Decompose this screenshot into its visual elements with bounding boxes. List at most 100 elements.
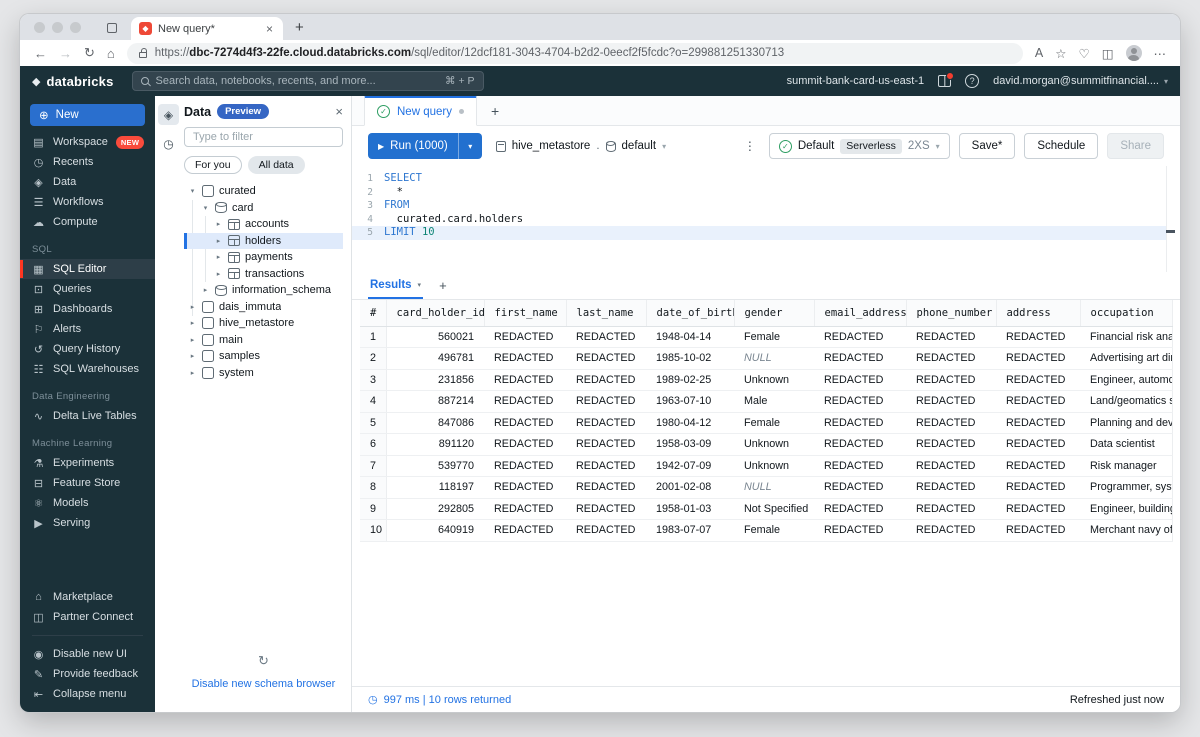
sidebar-item-disable-new-ui[interactable]: ◉Disable new UI xyxy=(20,644,155,664)
sidebar-item-delta-live-tables[interactable]: ∿Delta Live Tables xyxy=(20,406,155,426)
table-cell[interactable]: 640919 xyxy=(386,520,484,542)
table-cell[interactable]: 9 xyxy=(360,498,386,520)
rail-data-icon[interactable]: ◈ xyxy=(158,104,179,125)
disable-schema-browser-link[interactable]: Disable new schema browser xyxy=(192,678,336,690)
table-cell[interactable]: REDACTED xyxy=(566,369,646,391)
databricks-logo[interactable]: ◆ databricks xyxy=(32,74,114,89)
table-cell[interactable]: REDACTED xyxy=(906,369,996,391)
table-cell[interactable]: REDACTED xyxy=(906,434,996,456)
sidebar-item-provide-feedback[interactable]: ✎Provide feedback xyxy=(20,664,155,684)
address-bar[interactable]: https://dbc-7274d4f3-22fe.cloud.databric… xyxy=(127,43,1023,64)
editor-scroll-gutter[interactable] xyxy=(1166,166,1167,272)
tree-item-transactions[interactable]: ▸transactions xyxy=(184,266,343,283)
table-cell[interactable]: REDACTED xyxy=(566,455,646,477)
column-header-card-holder-id[interactable]: card_holder_id xyxy=(386,300,484,326)
run-options-chevron[interactable]: ▾ xyxy=(458,133,482,159)
table-cell[interactable]: REDACTED xyxy=(814,520,906,542)
tree-item-system[interactable]: ▸system xyxy=(184,365,343,382)
tree-item-hive-metastore[interactable]: ▸hive_metastore xyxy=(184,315,343,332)
sidebar-item-dashboards[interactable]: ⊞Dashboards xyxy=(20,299,155,319)
table-cell[interactable]: Planning and developme xyxy=(1080,412,1172,434)
reload-icon[interactable]: ↻ xyxy=(84,45,95,61)
table-cell[interactable]: REDACTED xyxy=(906,391,996,413)
table-cell[interactable]: REDACTED xyxy=(566,498,646,520)
sidebar-item-data[interactable]: ◈Data xyxy=(20,172,155,192)
new-tab-button[interactable]: + xyxy=(295,19,304,36)
table-cell[interactable]: REDACTED xyxy=(996,369,1080,391)
table-cell[interactable]: NULL xyxy=(734,477,814,499)
sidebar-item-recents[interactable]: ◷Recents xyxy=(20,152,155,172)
table-cell[interactable]: Female xyxy=(734,520,814,542)
table-cell[interactable]: REDACTED xyxy=(814,455,906,477)
add-query-tab-button[interactable]: + xyxy=(491,103,499,119)
tree-item-accounts[interactable]: ▸accounts xyxy=(184,216,343,233)
table-cell[interactable]: 6 xyxy=(360,434,386,456)
table-cell[interactable]: REDACTED xyxy=(484,348,566,370)
table-cell[interactable]: REDACTED xyxy=(996,520,1080,542)
table-cell[interactable]: REDACTED xyxy=(814,434,906,456)
chevron-right-icon[interactable]: ▸ xyxy=(214,237,223,245)
table-cell[interactable]: REDACTED xyxy=(566,434,646,456)
table-cell[interactable]: 1989-02-25 xyxy=(646,369,734,391)
table-cell[interactable]: REDACTED xyxy=(814,391,906,413)
sidebar-item-workspace[interactable]: ▤WorkspaceNEW xyxy=(20,132,155,152)
sidebar-item-partner-connect[interactable]: ◫Partner Connect xyxy=(20,607,155,627)
tree-item-samples[interactable]: ▸samples xyxy=(184,348,343,365)
minimize-window-button[interactable] xyxy=(52,22,63,33)
table-cell[interactable]: 10 xyxy=(360,520,386,542)
table-cell[interactable]: Unknown xyxy=(734,434,814,456)
table-cell[interactable]: REDACTED xyxy=(996,434,1080,456)
table-cell[interactable]: REDACTED xyxy=(484,369,566,391)
sidebar-item-sql-warehouses[interactable]: ☷SQL Warehouses xyxy=(20,359,155,379)
table-cell[interactable]: REDACTED xyxy=(566,520,646,542)
table-cell[interactable]: Data scientist xyxy=(1080,434,1172,456)
table-cell[interactable]: 8 xyxy=(360,477,386,499)
table-cell[interactable]: REDACTED xyxy=(484,520,566,542)
tree-item-payments[interactable]: ▸payments xyxy=(184,249,343,266)
column-header-first-name[interactable]: first_name xyxy=(484,300,566,326)
table-cell[interactable]: 118197 xyxy=(386,477,484,499)
table-cell[interactable]: REDACTED xyxy=(484,391,566,413)
table-cell[interactable]: REDACTED xyxy=(566,412,646,434)
table-cell[interactable]: REDACTED xyxy=(906,455,996,477)
table-cell[interactable]: REDACTED xyxy=(484,434,566,456)
chevron-right-icon[interactable]: ▸ xyxy=(188,303,197,311)
chevron-right-icon[interactable]: ▸ xyxy=(214,220,223,228)
chevron-right-icon[interactable]: ▸ xyxy=(188,352,197,360)
run-button[interactable]: ▶Run (1000) ▾ xyxy=(368,133,482,159)
tab-groups-icon[interactable] xyxy=(107,23,117,33)
help-icon[interactable] xyxy=(965,74,979,88)
close-window-button[interactable] xyxy=(34,22,45,33)
table-cell[interactable]: 496781 xyxy=(386,348,484,370)
schema-filter-input[interactable]: Type to filter xyxy=(184,127,343,147)
table-cell[interactable]: REDACTED xyxy=(814,369,906,391)
sidebar-item-serving[interactable]: ▶Serving xyxy=(20,513,155,533)
whats-new-gift-icon[interactable] xyxy=(938,75,951,87)
code-line[interactable]: 1SELECT xyxy=(352,172,1166,186)
table-cell[interactable]: Engineer, automotive xyxy=(1080,369,1172,391)
table-cell[interactable]: Programmer, systems xyxy=(1080,477,1172,499)
code-line[interactable]: 2 * xyxy=(352,186,1166,200)
column-header-address[interactable]: address xyxy=(996,300,1080,326)
add-visualization-button[interactable]: + xyxy=(439,278,447,293)
table-cell[interactable]: REDACTED xyxy=(996,326,1080,348)
table-cell[interactable]: REDACTED xyxy=(906,477,996,499)
sidebar-item-feature-store[interactable]: ⊟Feature Store xyxy=(20,473,155,493)
table-cell[interactable]: REDACTED xyxy=(484,455,566,477)
table-cell[interactable]: 1942-07-09 xyxy=(646,455,734,477)
column-header-date-of-birth[interactable]: date_of_birth xyxy=(646,300,734,326)
chevron-right-icon[interactable]: ▸ xyxy=(201,286,210,294)
chevron-right-icon[interactable]: ▸ xyxy=(214,253,223,261)
catalog-schema-selector[interactable]: hive_metastore . default ▾ xyxy=(496,140,666,152)
table-cell[interactable]: 560021 xyxy=(386,326,484,348)
table-cell[interactable]: REDACTED xyxy=(906,498,996,520)
table-cell[interactable]: 891120 xyxy=(386,434,484,456)
table-cell[interactable]: REDACTED xyxy=(566,477,646,499)
table-cell[interactable]: 887214 xyxy=(386,391,484,413)
user-menu[interactable]: david.morgan@summitfinancial.... ▾ xyxy=(993,75,1168,87)
save-button[interactable]: Save* xyxy=(959,133,1016,159)
chevron-down-icon[interactable]: ▾ xyxy=(188,187,197,195)
chevron-right-icon[interactable]: ▸ xyxy=(188,369,197,377)
column-header-occupation[interactable]: occupation xyxy=(1080,300,1172,326)
table-cell[interactable]: Land/geomatics surveyor xyxy=(1080,391,1172,413)
